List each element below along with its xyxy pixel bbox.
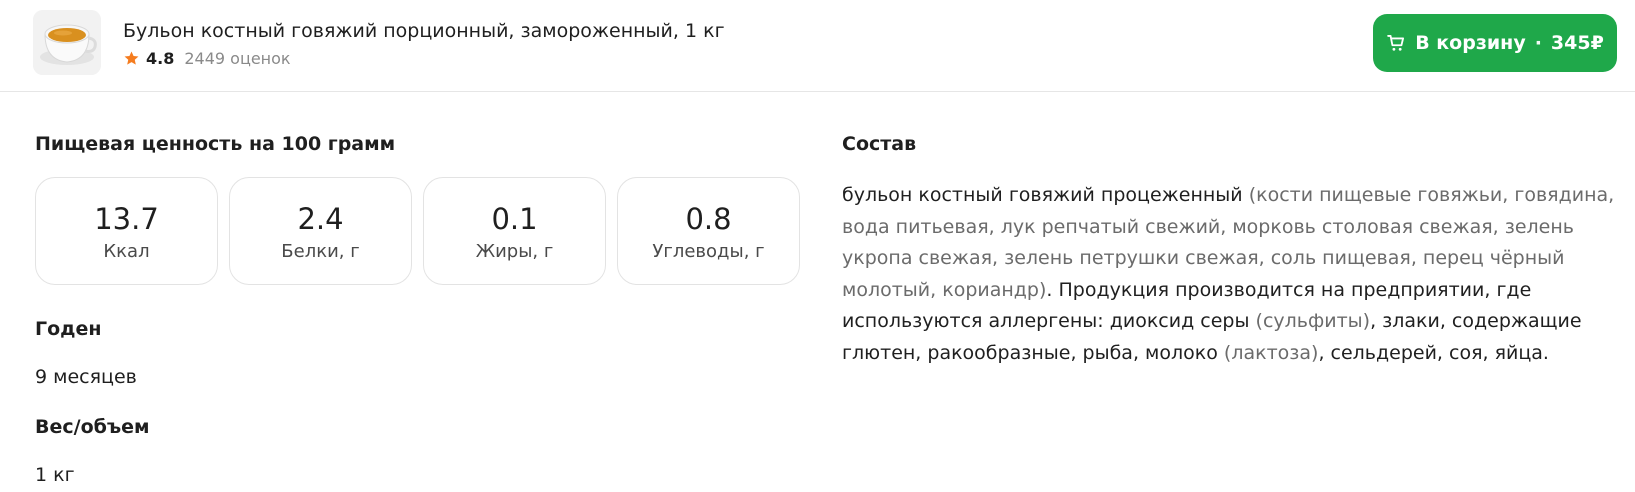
nutrition-cards: 13.7 Ккал 2.4 Белки, г 0.1 Жиры, г 0.8 У… <box>35 177 800 285</box>
nutrition-value: 13.7 <box>94 201 159 236</box>
cart-button-separator: · <box>1534 32 1542 54</box>
product-title: Бульон костный говяжий порционный, замор… <box>123 20 725 42</box>
nutrition-card-carbs: 0.8 Углеводы, г <box>617 177 800 285</box>
shelf-life-title: Годен <box>35 318 102 340</box>
nutrition-card-protein: 2.4 Белки, г <box>229 177 412 285</box>
weight-value: 1 кг <box>35 464 75 486</box>
product-thumbnail[interactable] <box>33 10 101 75</box>
nutrition-label: Жиры, г <box>475 240 554 262</box>
star-icon <box>124 51 139 65</box>
composition-main-text: бульон костный говяжий процеженный <box>842 184 1249 206</box>
nutrition-label: Ккал <box>103 240 150 262</box>
rating-row[interactable]: 4.8 2449 оценок <box>123 47 291 69</box>
nutrition-label: Углеводы, г <box>652 240 765 262</box>
composition-allergen-text-end: , сельдерей, соя, яйца. <box>1318 341 1549 364</box>
add-to-cart-button[interactable]: В корзину · 345₽ <box>1373 14 1617 72</box>
nutrition-value: 0.1 <box>491 201 538 236</box>
nutrition-value: 2.4 <box>297 201 344 236</box>
composition-text: бульон костный говяжий процеженный (кост… <box>842 180 1622 369</box>
broth-cup-image <box>33 10 101 75</box>
composition-sulfites-note: (сульфиты) <box>1255 310 1371 332</box>
reviews-count[interactable]: 2449 оценок <box>184 49 290 68</box>
nutrition-card-kcal: 13.7 Ккал <box>35 177 218 285</box>
product-header: Бульон костный говяжий порционный, замор… <box>0 0 1635 92</box>
composition-lactose-note: (лактоза) <box>1223 341 1319 364</box>
nutrition-card-fat: 0.1 Жиры, г <box>423 177 606 285</box>
nutrition-label: Белки, г <box>281 240 360 262</box>
shelf-life-value: 9 месяцев <box>35 366 137 388</box>
nutrition-value: 0.8 <box>685 201 732 236</box>
weight-title: Вес/объем <box>35 416 150 438</box>
nutrition-title: Пищевая ценность на 100 грамм <box>35 133 396 155</box>
cart-button-price: 345₽ <box>1550 32 1604 54</box>
rating-value: 4.8 <box>146 48 175 68</box>
cart-icon <box>1387 35 1405 51</box>
composition-title: Состав <box>842 133 917 155</box>
cart-button-label: В корзину <box>1415 32 1526 54</box>
